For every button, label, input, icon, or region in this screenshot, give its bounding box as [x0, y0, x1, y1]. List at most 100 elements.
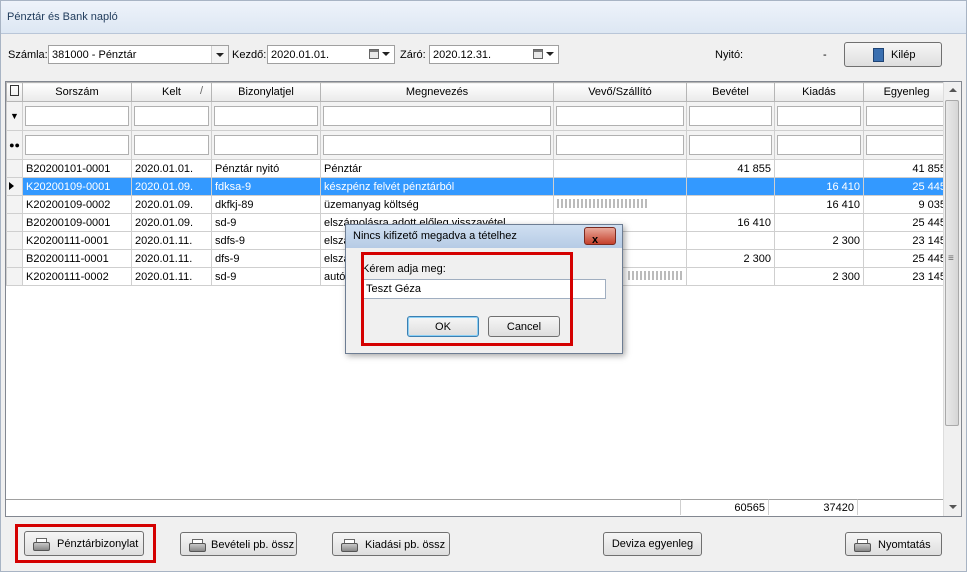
row-indicator	[6, 267, 23, 286]
cell-sorszam: B20200109-0001	[22, 213, 132, 232]
scroll-up-icon[interactable]	[944, 82, 961, 99]
table-row-selected[interactable]: K20200109-0001 2020.01.09. fdksa-9 készp…	[6, 177, 950, 196]
sort-indicator-icon: /	[199, 85, 203, 97]
end-date-field[interactable]: 2020.12.31.	[429, 45, 559, 64]
calendar-icon[interactable]	[532, 47, 556, 62]
cell-kelt: 2020.01.11.	[131, 231, 212, 250]
scroll-down-icon[interactable]	[944, 499, 961, 516]
col-header-bizonylatjel[interactable]: Bizonylatjel	[211, 82, 321, 102]
cell-kiadas: 2 300	[774, 267, 864, 286]
cell-bizonylatjel: fdksa-9	[211, 177, 321, 196]
col-header-sorszam[interactable]: Sorszám	[22, 82, 132, 102]
cell-kiadas	[774, 213, 864, 232]
cell-kiadas: 2 300	[774, 231, 864, 250]
cell-bizonylatjel: sdfs-9	[211, 231, 321, 250]
row-pointer-icon	[6, 177, 23, 196]
filter-input[interactable]	[134, 106, 209, 126]
cell-vevo-szallito	[553, 177, 687, 196]
search-input[interactable]	[25, 135, 129, 155]
chevron-down-icon[interactable]	[211, 46, 228, 63]
row-indicator	[6, 159, 23, 178]
search-input[interactable]	[323, 135, 551, 155]
row-indicator	[6, 213, 23, 232]
filter-row: ▼	[6, 101, 950, 131]
dialog-title-bar: Nincs kifizető megadva a tételhez x	[346, 225, 622, 248]
nyomtatas-button[interactable]: Nyomtatás	[845, 532, 942, 556]
cell-kelt: 2020.01.09.	[131, 213, 212, 232]
filter-input[interactable]	[777, 106, 861, 126]
printer-icon	[341, 539, 358, 552]
cell-megnevezes: Pénztár	[320, 159, 554, 178]
filter-input[interactable]	[556, 106, 684, 126]
start-date-value: 2020.01.01.	[271, 49, 330, 61]
col-header-kiadas[interactable]: Kiadás	[774, 82, 864, 102]
col-header-megnevezes[interactable]: Megnevezés	[320, 82, 554, 102]
beveteli-osszesito-button[interactable]: Bevételi pb. össz	[180, 532, 297, 556]
cell-sorszam: B20200101-0001	[22, 159, 132, 178]
row-indicator	[6, 195, 23, 214]
printer-icon	[189, 539, 206, 552]
filter-input[interactable]	[689, 106, 772, 126]
column-chooser-icon[interactable]	[6, 82, 23, 102]
search-input[interactable]	[556, 135, 684, 155]
search-input[interactable]	[214, 135, 318, 155]
end-date-value: 2020.12.31.	[433, 49, 492, 61]
filter-input[interactable]	[214, 106, 318, 126]
cell-kiadas	[774, 249, 864, 268]
start-date-label: Kezdő:	[232, 49, 267, 61]
cell-egyenleg: 23 145	[863, 267, 950, 286]
cell-kelt: 2020.01.11.	[131, 267, 212, 286]
table-row[interactable]: K20200109-0002 2020.01.09. dkfkj-89 üzem…	[6, 195, 950, 214]
cell-kelt: 2020.01.11.	[131, 249, 212, 268]
vertical-scrollbar[interactable]	[943, 82, 961, 516]
search-input[interactable]	[689, 135, 772, 155]
exit-button-label: Kilép	[891, 49, 916, 61]
cell-bizonylatjel: dfs-9	[211, 249, 321, 268]
cell-egyenleg: 41 855	[863, 159, 950, 178]
kiadasi-osszesito-button[interactable]: Kiadási pb. össz	[332, 532, 450, 556]
cell-sorszam: K20200111-0001	[22, 231, 132, 250]
account-value: 381000 - Pénztár	[52, 49, 137, 61]
cell-sorszam: K20200109-0002	[22, 195, 132, 214]
search-input[interactable]	[777, 135, 861, 155]
start-date-field[interactable]: 2020.01.01.	[267, 45, 395, 64]
table-row[interactable]: B20200101-0001 2020.01.01. Pénztár nyitó…	[6, 159, 950, 178]
cell-kelt: 2020.01.09.	[131, 195, 212, 214]
redacted-text	[628, 270, 683, 280]
col-header-egyenleg[interactable]: Egyenleg	[863, 82, 950, 102]
dialog-title: Nincs kifizető megadva a tételhez	[353, 230, 517, 242]
totals-row: 60565 37420	[6, 499, 946, 516]
account-label: Számla:	[8, 49, 48, 61]
col-header-vevo-szallito[interactable]: Vevő/Szállító	[553, 82, 687, 102]
kiadasi-osszesito-label: Kiadási pb. össz	[365, 539, 446, 551]
search-input[interactable]	[866, 135, 947, 155]
cell-egyenleg: 25 445	[863, 213, 950, 232]
cell-kiadas: 16 410	[774, 195, 864, 214]
cell-vevo-szallito	[553, 159, 687, 178]
cell-bevetel: 16 410	[686, 213, 775, 232]
cell-megnevezes: üzemanyag költség	[320, 195, 554, 214]
account-select[interactable]: 381000 - Pénztár	[48, 45, 229, 64]
filter-input[interactable]	[866, 106, 947, 126]
cell-egyenleg: 9 035	[863, 195, 950, 214]
filter-input[interactable]	[25, 106, 129, 126]
cell-bizonylatjel: Pénztár nyitó	[211, 159, 321, 178]
opening-value: -	[823, 49, 827, 61]
exit-button[interactable]: Kilép	[844, 42, 942, 67]
cell-egyenleg: 23 145	[863, 231, 950, 250]
cell-bevetel: 41 855	[686, 159, 775, 178]
col-header-kelt[interactable]: Kelt /	[131, 82, 212, 102]
cell-vevo-szallito	[553, 195, 687, 214]
col-header-bevetel[interactable]: Bevétel	[686, 82, 775, 102]
close-icon[interactable]: x	[584, 227, 616, 246]
header-row: Sorszám Kelt / Bizonylatjel Megnevezés Ve…	[6, 82, 950, 102]
deviza-egyenleg-button[interactable]: Deviza egyenleg	[603, 532, 702, 556]
filter-input[interactable]	[323, 106, 551, 126]
calendar-icon[interactable]	[368, 47, 392, 62]
cell-kiadas	[774, 159, 864, 178]
title-bar: Pénztár és Bank napló	[1, 1, 966, 34]
scroll-thumb[interactable]	[945, 100, 959, 426]
cell-megnevezes: készpénz felvét pénztárból	[320, 177, 554, 196]
end-date-label: Záró:	[400, 49, 426, 61]
search-input[interactable]	[134, 135, 209, 155]
